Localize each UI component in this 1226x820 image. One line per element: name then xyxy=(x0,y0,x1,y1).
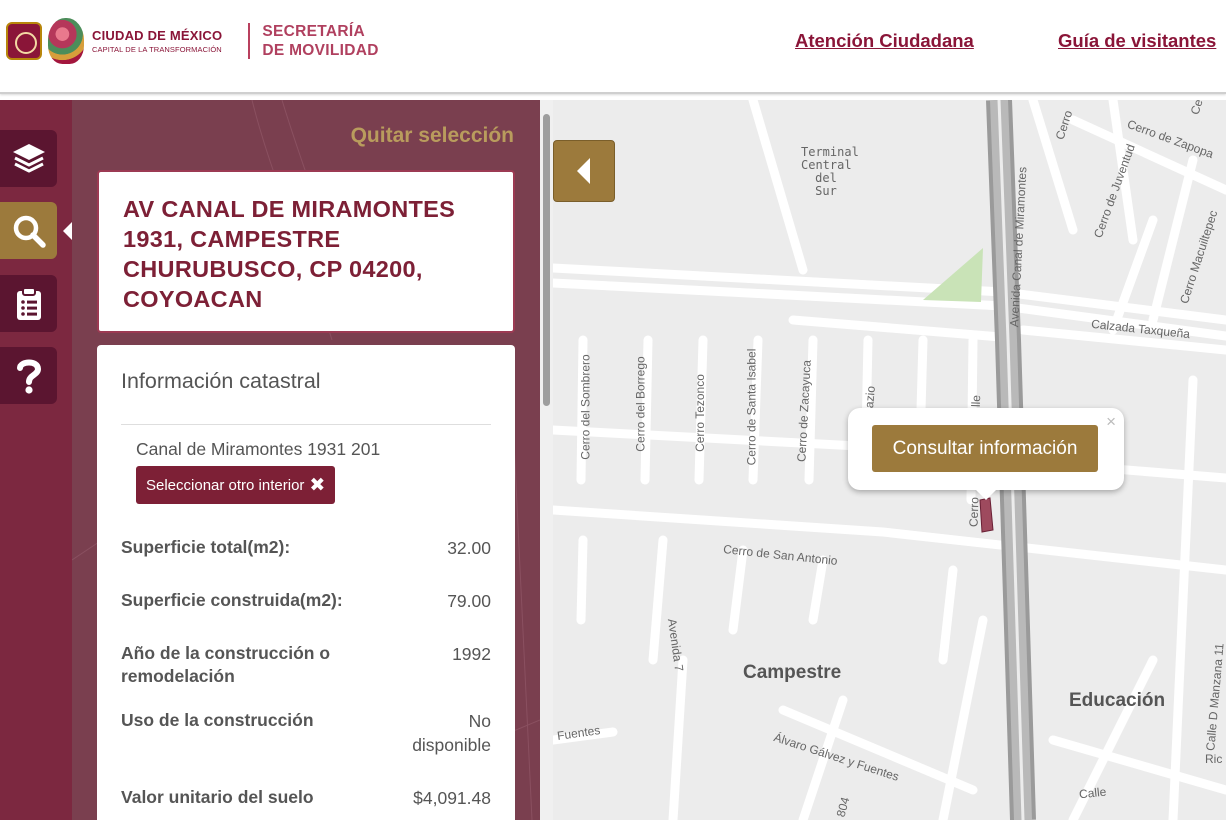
row-label: Valor unitario del suelo xyxy=(121,787,314,807)
map-label-calle: Calle xyxy=(1078,784,1108,802)
row-label: Uso de la construcción xyxy=(121,710,314,730)
logo-group[interactable]: CIUDAD DE MÉXICO CAPITAL DE LA TRANSFORM… xyxy=(6,16,379,66)
map-label-ric: Ric xyxy=(1205,752,1223,766)
question-icon xyxy=(16,359,41,394)
secretaria-line1: SECRETARÍA xyxy=(262,23,365,40)
close-icon[interactable]: × xyxy=(1106,412,1116,432)
select-other-interior-button[interactable]: Seleccionar otro interior ✖ xyxy=(136,466,336,504)
row-label: Superficie total(m2): xyxy=(121,537,291,557)
map-popup: Consultar información × xyxy=(848,408,1124,500)
select-other-interior-label: Seleccionar otro interior xyxy=(146,476,305,494)
map-label-azio: azio xyxy=(862,385,878,409)
consult-info-button[interactable]: Consultar información xyxy=(872,425,1098,472)
chevron-left-icon xyxy=(577,158,590,184)
cdmx-subtitle: CAPITAL DE LA TRANSFORMACIÓN xyxy=(92,45,222,54)
layers-button[interactable] xyxy=(0,130,57,187)
clipboard-icon xyxy=(16,286,41,320)
row-value: 79.00 xyxy=(447,591,491,611)
info-row: Uso de la construcción No disponible xyxy=(121,709,491,757)
map-label-cerro-small: Cerro xyxy=(966,496,982,528)
info-row: Valor unitario del suelo $4,091.48 xyxy=(121,786,491,810)
row-label: Año de la construcción o remodelación xyxy=(121,643,331,686)
info-row: Superficie total(m2): 32.00 xyxy=(121,536,491,560)
map-label-educacion: Educación xyxy=(1069,690,1166,711)
info-row: Año de la construcción o remodelación 19… xyxy=(121,642,491,688)
nav-guia-visitantes[interactable]: Guía de visitantes xyxy=(1058,30,1216,52)
map-label-tezonco: Cerro Tezonco xyxy=(692,374,707,452)
cdmx-brand: CIUDAD DE MÉXICO CAPITAL DE LA TRANSFORM… xyxy=(92,28,222,54)
nav-atencion-ciudadana[interactable]: Atención Ciudadana xyxy=(795,30,974,52)
interior-name: Canal de Miramontes 1931 201 xyxy=(136,439,381,459)
info-divider xyxy=(121,424,491,425)
map-label-lle: lle xyxy=(968,394,984,408)
cdmx-title: CIUDAD DE MÉXICO xyxy=(92,28,223,43)
clipboard-button[interactable] xyxy=(0,275,57,332)
cadastral-info-card: Información catastral Canal de Miramonte… xyxy=(97,345,515,820)
search-button[interactable] xyxy=(0,202,57,259)
map-label-borrego: Cerro del Borrego xyxy=(633,356,648,452)
clear-selection-link[interactable]: Quitar selección xyxy=(351,124,514,148)
map-label-santa-isabel: Cerro de Santa Isabel xyxy=(744,348,759,466)
coat-of-arms-logo xyxy=(6,22,42,60)
help-button[interactable] xyxy=(0,347,57,404)
info-title: Información catastral xyxy=(121,369,321,393)
site-header: CIUDAD DE MÉXICO CAPITAL DE LA TRANSFORM… xyxy=(0,0,1226,94)
secretaria-brand: SECRETARÍA DE MOVILIDAD xyxy=(262,22,378,60)
row-value: No disponible xyxy=(412,711,491,755)
row-value: $4,091.48 xyxy=(413,788,491,808)
row-value: 32.00 xyxy=(447,538,491,558)
scrollbar-thumb[interactable] xyxy=(543,114,550,406)
search-icon xyxy=(13,215,46,248)
flower-logo xyxy=(48,18,84,64)
layers-icon xyxy=(12,143,45,172)
address-card: AV CANAL DE MIRAMONTES 1931, CAMPESTRE C… xyxy=(97,170,515,333)
map-label-sombrero: Cerro del Sombrero xyxy=(578,354,593,460)
info-panel: Quitar selección AV CANAL DE MIRAMONTES … xyxy=(72,100,540,820)
collapse-panel-button[interactable] xyxy=(553,140,615,202)
header-divider xyxy=(248,23,251,59)
row-value: 1992 xyxy=(452,644,491,664)
address-text: AV CANAL DE MIRAMONTES 1931, CAMPESTRE C… xyxy=(123,196,456,312)
map-label-terminal: Terminal Central del Sur xyxy=(801,145,859,198)
close-icon: ✖ xyxy=(309,474,326,496)
info-row: Superficie construida(m2): 79.00 xyxy=(121,589,491,613)
map-label-campestre: Campestre xyxy=(743,662,842,683)
row-label: Superficie construida(m2): xyxy=(121,590,343,610)
active-indicator-arrow xyxy=(63,222,72,240)
secretaria-line2: DE MOVILIDAD xyxy=(262,42,379,59)
